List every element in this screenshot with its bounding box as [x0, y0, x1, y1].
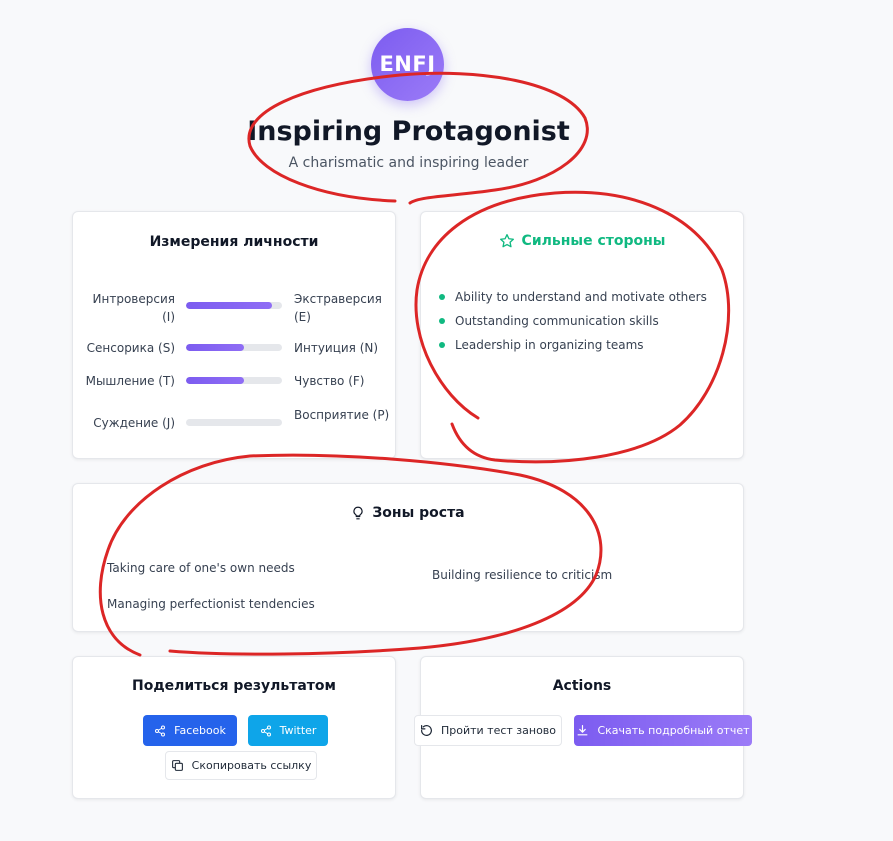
list-item: Outstanding communication skills: [439, 313, 707, 337]
strength-text: Outstanding communication skills: [455, 314, 659, 328]
bullet-dot: [439, 318, 445, 324]
growth-title: Зоны роста: [372, 505, 465, 521]
share-title: Поделиться результатом: [132, 678, 336, 694]
strengths-card: Сильные стороны Ability to understand an…: [420, 211, 744, 459]
page-subtitle: A charismatic and inspiring leader: [288, 155, 529, 171]
copy-link-button[interactable]: Скопировать ссылку: [165, 751, 317, 780]
download-icon: [578, 725, 588, 736]
growth-item: Managing perfectionist tendencies: [107, 597, 315, 611]
growth-item: Building resilience to criticism: [432, 568, 613, 582]
dimensions-card: Измерения личности Интроверсия (I) Экстр…: [72, 211, 396, 459]
star-icon: [499, 234, 514, 248]
strengths-list: Ability to understand and motivate other…: [439, 289, 707, 361]
share-card: Поделиться результатом Facebook Twitter …: [72, 656, 396, 799]
strength-text: Leadership in organizing teams: [455, 338, 644, 352]
facebook-label: Facebook: [174, 724, 226, 737]
dimension-bar: [186, 377, 282, 384]
bullet-dot: [439, 294, 445, 300]
dimension-left-label: Суждение (J): [93, 416, 175, 430]
actions-card: Actions Пройти тест заново Скачать подро…: [414, 656, 752, 799]
dimension-bar-fill: [186, 302, 273, 309]
lightbulb-icon: [353, 506, 363, 520]
dimension-right-label: Экстраверсия (E): [294, 292, 382, 324]
dimension-bar-fill: [186, 377, 244, 384]
dimension-bar-fill: [186, 344, 244, 351]
list-item: Ability to understand and motivate other…: [439, 289, 707, 313]
strength-text: Ability to understand and motivate other…: [455, 290, 707, 304]
type-badge: ENFJ: [371, 28, 444, 101]
copy-link-label: Скопировать ссылку: [191, 759, 312, 772]
list-item: Leadership in organizing teams: [439, 337, 707, 361]
dimension-left-label: Сенсорика (S): [86, 341, 175, 355]
twitter-share-button[interactable]: Twitter: [248, 715, 328, 746]
download-report-button[interactable]: Скачать подробный отчет: [574, 715, 752, 746]
retake-label: Пройти тест заново: [440, 724, 557, 737]
dimension-right-label: Восприятие (P): [294, 408, 390, 422]
dimension-right-label: Интуиция (N): [294, 341, 379, 355]
growth-card: Зоны роста Taking care of one's own need…: [72, 483, 744, 632]
dimension-bar: [186, 302, 282, 309]
dimension-bar: [186, 419, 282, 426]
share-icon: [155, 725, 166, 736]
dimension-right-label: Чувство (F): [294, 374, 365, 388]
facebook-share-button[interactable]: Facebook: [143, 715, 237, 746]
bullet-dot: [439, 342, 445, 348]
strengths-title: Сильные стороны: [521, 233, 666, 249]
twitter-label: Twitter: [279, 724, 317, 737]
growth-item: Taking care of one's own needs: [107, 561, 295, 575]
download-label: Скачать подробный отчет: [597, 724, 750, 737]
dimension-bar: [186, 344, 282, 351]
dimensions-title: Измерения личности: [149, 234, 319, 250]
actions-title: Actions: [552, 678, 612, 694]
strengths-header: Сильные стороны: [421, 233, 743, 249]
retake-test-button[interactable]: Пройти тест заново: [414, 715, 562, 746]
growth-header: Зоны роста: [73, 505, 743, 521]
dimension-left-label: Мышление (T): [85, 374, 175, 388]
dimension-left-label: Интроверсия (I): [92, 292, 175, 324]
refresh-icon: [420, 725, 432, 736]
type-code: ENFJ: [379, 52, 436, 76]
copy-icon: [171, 760, 183, 771]
share-icon: [260, 725, 271, 736]
page-title: Inspiring Protagonist: [247, 116, 570, 147]
